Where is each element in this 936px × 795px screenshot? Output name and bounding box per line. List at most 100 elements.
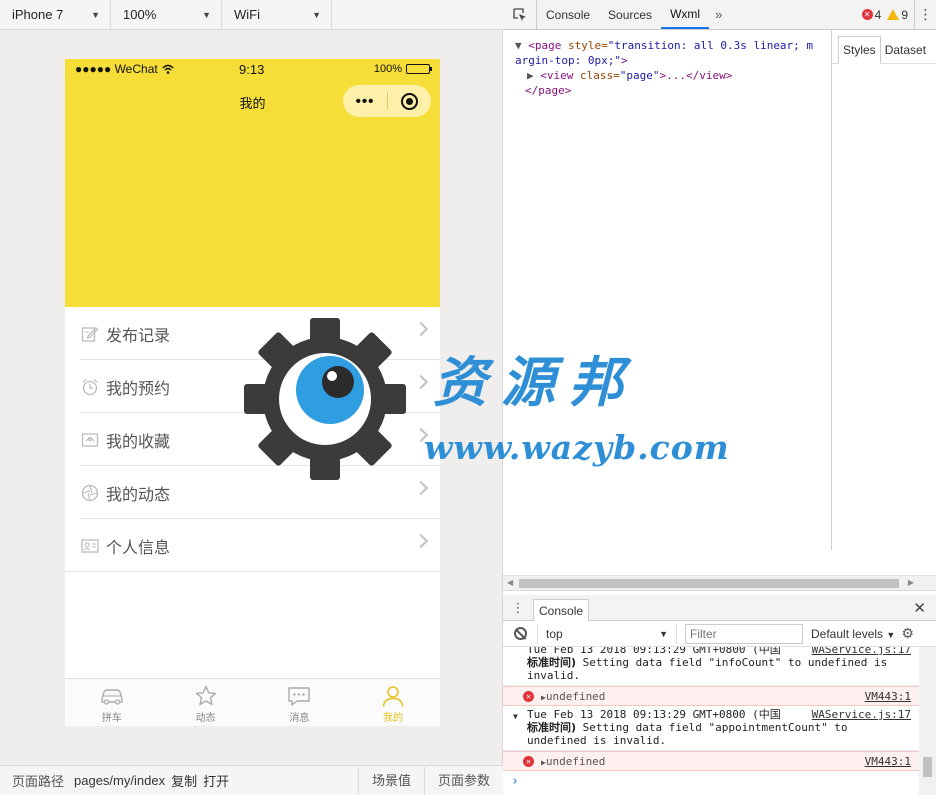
tab-label: 我的: [383, 713, 404, 724]
star-icon: [193, 684, 219, 708]
console-error: ✕ ▶undefined VM443:1: [503, 751, 919, 771]
chevron-down-icon: ▼: [659, 628, 668, 639]
tab-label: 动态: [195, 713, 216, 724]
tab-dataset[interactable]: Dataset: [881, 37, 930, 63]
watermark-title: 资源邦: [433, 350, 637, 414]
tab-bar: 拼车 动态 消息 我的: [65, 678, 440, 726]
device-select-value: iPhone 7: [12, 7, 64, 22]
expand-triangle-icon[interactable]: ▼: [513, 710, 518, 723]
console-message: Tue Feb 13 2018 09:13:29 GMT+0800 (中国 WA…: [503, 647, 919, 686]
tab-label: 拼车: [101, 713, 122, 724]
menu-item-personal-info[interactable]: 个人信息: [65, 519, 440, 572]
tab-wxml[interactable]: Wxml: [661, 0, 710, 29]
battery-icon: [406, 64, 432, 74]
cursor-select-icon: [512, 7, 526, 21]
chevron-down-icon: ▼: [886, 629, 896, 640]
error-icon: ✕: [523, 691, 534, 702]
console-drawer-tab[interactable]: Console: [533, 598, 590, 621]
chevron-down-icon: ▼: [202, 9, 211, 20]
open-path-link[interactable]: 打开: [203, 771, 229, 790]
chevron-down-icon: ▼: [91, 9, 100, 20]
scene-value-button[interactable]: 场景值: [357, 766, 424, 795]
console-filter-bar: top ▼ Default levels ▼ ⚙: [503, 621, 936, 647]
status-bar: ●●●●● WeChat 9:13 100%: [65, 59, 440, 79]
console-filter-input[interactable]: [685, 623, 803, 644]
block-icon: [513, 627, 527, 640]
battery-percent: 100%: [373, 63, 402, 75]
car-icon: [99, 684, 125, 708]
copy-path-link[interactable]: 复制: [171, 771, 197, 790]
collapse-triangle-icon[interactable]: ▶: [527, 69, 534, 82]
close-miniprogram-button[interactable]: [388, 92, 431, 110]
console-log: Tue Feb 13 2018 09:13:29 GMT+0800 (中国 WA…: [503, 647, 919, 795]
error-icon: ✕: [861, 9, 873, 20]
more-tabs-button[interactable]: »: [709, 0, 728, 29]
issue-counters[interactable]: ✕ 4 9: [861, 0, 914, 29]
styles-panel: Styles Dataset: [831, 30, 936, 550]
network-select[interactable]: WiFi ▼: [222, 0, 332, 29]
tab-styles[interactable]: Styles: [838, 36, 881, 64]
drawer-menu-button[interactable]: ⋮: [503, 600, 533, 616]
console-message: ▼ Tue Feb 13 2018 09:13:29 GMT+0800 (中国 …: [503, 706, 919, 751]
wxml-node-view[interactable]: ▶ <view class="page">...</view>: [515, 68, 825, 83]
devtools-menu-button[interactable]: ⋮: [914, 0, 936, 29]
tab-messages[interactable]: 消息: [253, 679, 347, 726]
watermark-gear-icon: [244, 318, 406, 480]
inspect-element-button[interactable]: [503, 0, 537, 29]
clear-console-button[interactable]: [503, 627, 537, 640]
chat-icon: [286, 684, 312, 708]
tab-my[interactable]: 我的: [346, 679, 440, 726]
source-link[interactable]: WAService.js:17: [812, 647, 911, 656]
context-select[interactable]: top ▼: [537, 623, 677, 644]
gear-icon[interactable]: ⚙: [901, 625, 914, 642]
chevron-right-icon: [413, 480, 429, 496]
console-prompt[interactable]: ›: [503, 771, 919, 792]
source-link[interactable]: VM443:1: [865, 755, 911, 768]
watermark-url: www.wazyb.com: [424, 428, 730, 467]
error-count: 4: [874, 7, 882, 22]
tab-console[interactable]: Console: [537, 0, 599, 29]
scroll-left-icon[interactable]: ◀: [507, 578, 513, 587]
scroll-right-icon[interactable]: ▶: [908, 578, 914, 587]
error-icon: ✕: [523, 756, 534, 767]
source-link[interactable]: VM443:1: [865, 690, 911, 703]
log-levels-select[interactable]: Default levels ▼: [811, 627, 895, 641]
console-drawer-header: ⋮ Console ✕: [503, 595, 936, 621]
clock-time: 9:13: [239, 62, 265, 77]
zoom-select-value: 100%: [123, 7, 157, 22]
wifi-icon: [162, 64, 174, 74]
menu-item-label: 我的预约: [106, 380, 171, 398]
id-card-icon: [80, 536, 100, 556]
page-path-label: 页面路径: [12, 774, 65, 789]
more-button[interactable]: •••: [343, 93, 387, 110]
tab-carpool[interactable]: 拼车: [65, 679, 159, 726]
expand-triangle-icon[interactable]: ▼: [515, 39, 522, 52]
context-value: top: [546, 626, 563, 641]
profile-header: ●●●●● WeChat 9:13 100% 我的 •••: [65, 59, 440, 307]
warning-count: 9: [901, 7, 908, 22]
source-link[interactable]: WAService.js:17: [812, 708, 911, 721]
menu-item-label: 发布记录: [106, 327, 171, 345]
zoom-select[interactable]: 100% ▼: [111, 0, 222, 29]
simulator-toolbar: iPhone 7 ▼ 100% ▼ WiFi ▼: [0, 0, 503, 30]
wxml-node-page[interactable]: ▼ <page style="transition: all 0.3s line…: [515, 38, 825, 53]
menu-item-label: 我的收藏: [106, 433, 171, 451]
horizontal-scrollbar[interactable]: ◀ ▶: [503, 575, 936, 591]
close-drawer-button[interactable]: ✕: [913, 599, 926, 617]
chevron-down-icon: ▼: [312, 9, 321, 20]
device-select[interactable]: iPhone 7 ▼: [0, 0, 111, 29]
scrollbar-thumb[interactable]: [923, 757, 932, 777]
edit-note-icon: [80, 324, 100, 344]
wxml-tree: ▼ <page style="transition: all 0.3s line…: [503, 30, 831, 550]
tab-moments[interactable]: 动态: [159, 679, 253, 726]
tab-sources[interactable]: Sources: [599, 0, 661, 29]
alarm-clock-icon: [80, 377, 100, 397]
page-path-bar: 页面路径 pages/my/index 复制 打开 场景值 页面参数: [0, 765, 503, 795]
favorites-icon: [80, 430, 100, 450]
menu-item-label: 个人信息: [106, 539, 171, 557]
scrollbar-thumb[interactable]: [519, 579, 899, 588]
vertical-scrollbar[interactable]: [919, 647, 936, 795]
page-params-button[interactable]: 页面参数: [423, 766, 503, 795]
chevron-right-icon: [413, 374, 429, 390]
chevron-right-icon: [413, 533, 429, 549]
